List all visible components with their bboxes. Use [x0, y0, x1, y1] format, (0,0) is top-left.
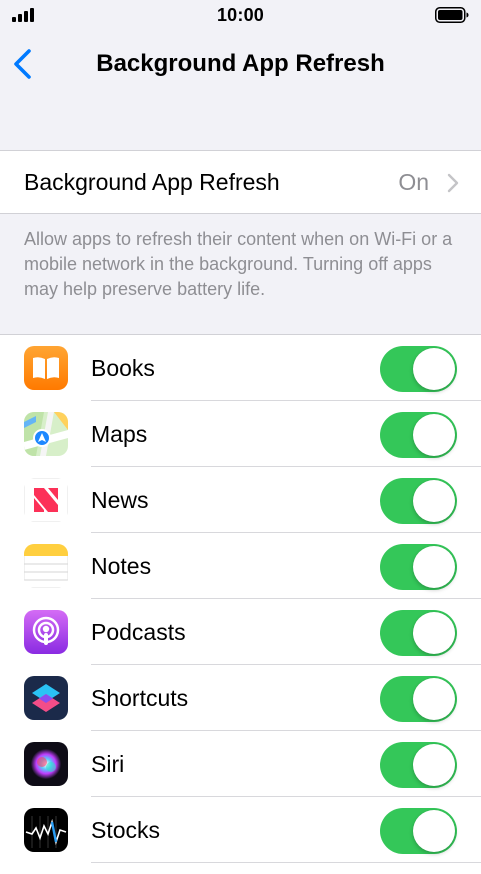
navigation-bar: Background App Refresh	[0, 32, 481, 94]
news-icon	[24, 478, 68, 522]
shortcuts-icon	[24, 676, 68, 720]
list-item-news: News	[0, 467, 481, 533]
maps-icon	[24, 412, 68, 456]
podcasts-icon	[24, 610, 68, 654]
app-label: Siri	[91, 751, 125, 777]
list-item-books: Books	[0, 335, 481, 401]
books-icon	[24, 346, 68, 390]
status-time: 10:00	[216, 5, 265, 25]
list-item-podcasts: Podcasts	[0, 599, 481, 665]
shortcuts-toggle[interactable]	[380, 676, 457, 722]
setting-label: Background App Refresh	[24, 169, 280, 195]
battery-icon	[435, 7, 469, 23]
siri-icon	[24, 742, 68, 786]
page-title: Background App Refresh	[96, 50, 385, 77]
status-bar: 10:00	[0, 0, 481, 32]
app-label: Shortcuts	[91, 685, 189, 711]
separator	[91, 862, 481, 863]
list-item-siri: Siri	[0, 731, 481, 797]
list-item-maps: Maps	[0, 401, 481, 467]
app-list: Books Maps News Notes Podcasts Shortcuts…	[0, 334, 481, 874]
podcasts-toggle[interactable]	[380, 610, 457, 656]
background-app-refresh-row[interactable]: Background App Refresh On	[0, 150, 481, 214]
app-label: Notes	[91, 553, 152, 579]
section-footer-note: Allow apps to refresh their content when…	[24, 229, 453, 299]
stocks-toggle[interactable]	[380, 808, 457, 854]
news-toggle[interactable]	[380, 478, 457, 524]
app-label: Stocks	[91, 817, 161, 843]
app-label: News	[91, 487, 149, 513]
notes-toggle[interactable]	[380, 544, 457, 590]
app-label: Books	[91, 355, 155, 381]
notes-icon	[24, 544, 68, 588]
app-label: Maps	[91, 421, 148, 447]
setting-value: On	[398, 169, 429, 195]
siri-toggle[interactable]	[380, 742, 457, 788]
maps-toggle[interactable]	[380, 412, 457, 458]
list-item-notes: Notes	[0, 533, 481, 599]
chevron-right-icon	[447, 173, 459, 193]
list-item-stocks: Stocks	[0, 797, 481, 863]
list-item-shortcuts: Shortcuts	[0, 665, 481, 731]
books-toggle[interactable]	[380, 346, 457, 392]
app-label: Podcasts	[91, 619, 186, 645]
stocks-icon	[24, 808, 68, 852]
